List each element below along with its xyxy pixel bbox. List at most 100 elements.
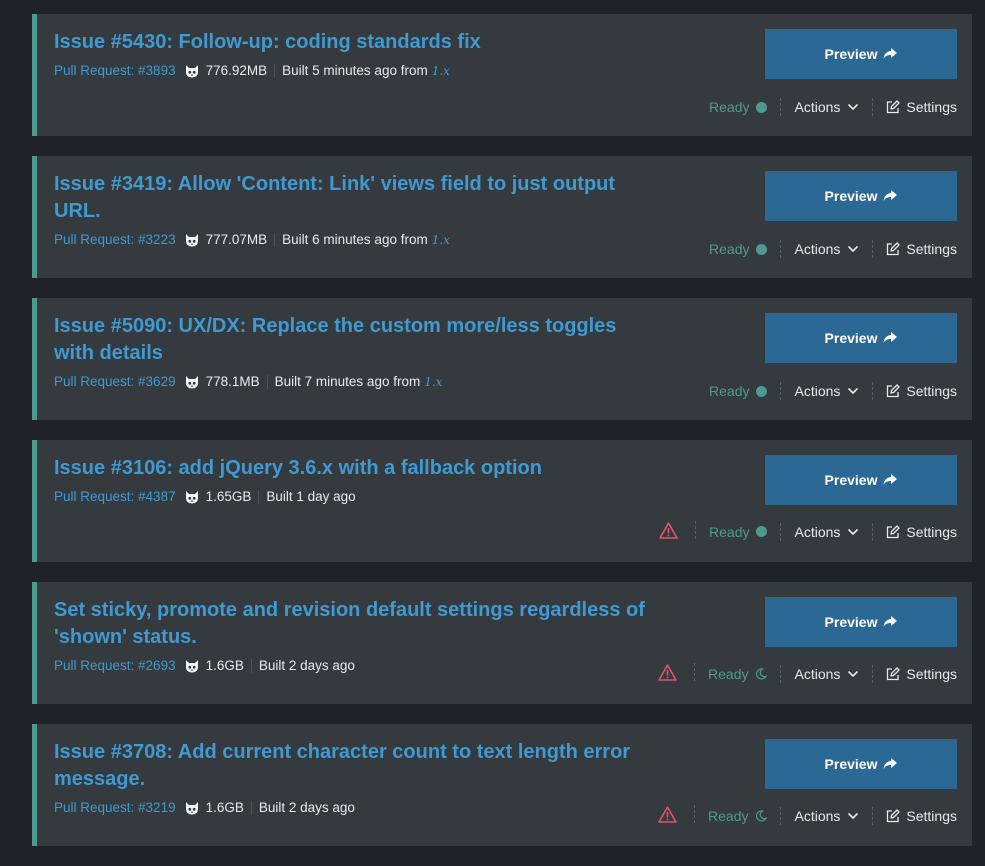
preview-label: Preview xyxy=(824,330,878,346)
build-info: Issue #3419: Allow 'Content: Link' views… xyxy=(54,171,654,247)
settings-link[interactable]: Settings xyxy=(886,383,957,399)
preview-button[interactable]: Preview xyxy=(765,171,957,221)
build-card: Issue #5430: Follow-up: coding standards… xyxy=(32,14,972,136)
actions-dropdown[interactable]: Actions xyxy=(794,241,859,257)
meta-divider xyxy=(250,800,252,815)
meta-divider xyxy=(266,374,268,389)
preview-button[interactable]: Preview xyxy=(765,739,957,789)
settings-link[interactable]: Settings xyxy=(886,99,957,115)
build-time: Built 7 minutes ago from xyxy=(274,374,421,389)
status-divider xyxy=(694,663,696,681)
build-size: 776.92MB xyxy=(205,63,268,78)
build-meta: Pull Request: #4387 1.65GB Built 1 day a… xyxy=(54,489,654,504)
build-title[interactable]: Issue #5090: UX/DX: Replace the custom m… xyxy=(54,313,654,367)
settings-link[interactable]: Settings xyxy=(886,524,957,540)
chevron-down-icon xyxy=(847,670,859,678)
build-card: Issue #3708: Add current character count… xyxy=(32,724,972,846)
actions-dropdown[interactable]: Actions xyxy=(794,383,859,399)
build-title[interactable]: Issue #3419: Allow 'Content: Link' views… xyxy=(54,171,654,225)
build-card: Set sticky, promote and revision default… xyxy=(32,582,972,704)
status-row: Ready Actions Settings xyxy=(709,382,957,400)
github-cat-icon xyxy=(184,233,200,247)
status-divider xyxy=(872,522,874,541)
status-indicator: Ready xyxy=(709,383,768,399)
preview-button[interactable]: Preview xyxy=(765,313,957,363)
build-info: Issue #3708: Add current character count… xyxy=(54,739,654,815)
meta-divider xyxy=(274,63,276,78)
build-title[interactable]: Issue #5430: Follow-up: coding standards… xyxy=(54,29,654,56)
build-list: Issue #5430: Follow-up: coding standards… xyxy=(32,14,972,866)
settings-label: Settings xyxy=(906,99,957,115)
status-divider xyxy=(872,240,874,258)
settings-link[interactable]: Settings xyxy=(886,241,957,257)
moon-icon xyxy=(755,809,768,822)
build-time: Built 1 day ago xyxy=(266,489,356,504)
meta-divider xyxy=(274,232,276,247)
build-card: Issue #3106: add jQuery 3.6.x with a fal… xyxy=(32,440,972,562)
status-indicator: Ready xyxy=(708,807,768,824)
build-size: 1.6GB xyxy=(205,800,244,815)
github-cat-icon xyxy=(184,375,200,389)
preview-button[interactable]: Preview xyxy=(765,455,957,505)
status-divider xyxy=(780,806,782,825)
settings-link[interactable]: Settings xyxy=(886,808,957,824)
warning-triangle-icon[interactable] xyxy=(658,664,677,681)
status-indicator: Ready xyxy=(709,99,768,115)
github-cat-icon xyxy=(184,801,200,815)
preview-label: Preview xyxy=(824,614,878,630)
chevron-down-icon xyxy=(847,812,859,820)
status-indicator: Ready xyxy=(708,666,768,682)
build-title[interactable]: Issue #3106: add jQuery 3.6.x with a fal… xyxy=(54,455,654,482)
share-arrow-icon xyxy=(883,190,898,202)
actions-dropdown[interactable]: Actions xyxy=(794,99,859,115)
pull-request-link[interactable]: Pull Request: #3223 xyxy=(54,232,176,247)
build-time: Built 5 minutes ago from xyxy=(282,63,428,78)
build-size: 778.1MB xyxy=(205,374,260,389)
moon-icon xyxy=(755,667,768,680)
pull-request-link[interactable]: Pull Request: #3893 xyxy=(54,63,176,78)
build-card: Issue #5090: UX/DX: Replace the custom m… xyxy=(32,298,972,420)
share-arrow-icon xyxy=(883,474,898,486)
status-divider xyxy=(780,98,782,116)
settings-link[interactable]: Settings xyxy=(886,666,957,682)
actions-dropdown[interactable]: Actions xyxy=(794,666,859,682)
pull-request-link[interactable]: Pull Request: #4387 xyxy=(54,489,176,504)
status-divider xyxy=(694,805,696,823)
share-arrow-icon xyxy=(883,758,898,770)
edit-icon xyxy=(886,242,901,256)
status-row: Ready Actions Settings xyxy=(709,240,957,258)
preview-label: Preview xyxy=(824,188,878,204)
pull-request-link[interactable]: Pull Request: #3219 xyxy=(54,800,176,815)
branch-link[interactable]: 1.x xyxy=(424,375,442,389)
edit-icon xyxy=(886,100,901,114)
actions-label: Actions xyxy=(794,241,841,257)
status-dot-icon xyxy=(756,101,768,113)
status-label: Ready xyxy=(709,99,750,115)
status-label: Ready xyxy=(708,807,749,824)
warning-group xyxy=(658,805,708,826)
pull-request-link[interactable]: Pull Request: #2693 xyxy=(54,658,176,673)
actions-dropdown[interactable]: Actions xyxy=(794,524,859,540)
chevron-down-icon xyxy=(847,528,859,536)
branch-link[interactable]: 1.x xyxy=(432,64,450,78)
edit-icon xyxy=(886,808,901,823)
build-meta: Pull Request: #3629 778.1MB Built 7 minu… xyxy=(54,374,654,389)
branch-link[interactable]: 1.x xyxy=(432,233,450,247)
status-divider xyxy=(872,382,874,400)
settings-label: Settings xyxy=(906,241,957,257)
actions-dropdown[interactable]: Actions xyxy=(794,808,859,824)
build-time: Built 2 days ago xyxy=(258,658,355,673)
preview-button[interactable]: Preview xyxy=(765,29,957,79)
pull-request-link[interactable]: Pull Request: #3629 xyxy=(54,374,176,389)
build-title[interactable]: Issue #3708: Add current character count… xyxy=(54,739,654,793)
status-row: Ready Actions Settings xyxy=(658,663,957,684)
status-row: Ready Actions Settings xyxy=(709,98,957,116)
settings-label: Settings xyxy=(906,665,957,682)
preview-button[interactable]: Preview xyxy=(765,597,957,647)
warning-triangle-icon[interactable] xyxy=(659,522,678,539)
meta-divider xyxy=(250,658,252,673)
settings-label: Settings xyxy=(906,523,957,540)
build-title[interactable]: Set sticky, promote and revision default… xyxy=(54,597,654,651)
build-size: 1.65GB xyxy=(205,489,252,504)
warning-triangle-icon[interactable] xyxy=(658,806,677,823)
